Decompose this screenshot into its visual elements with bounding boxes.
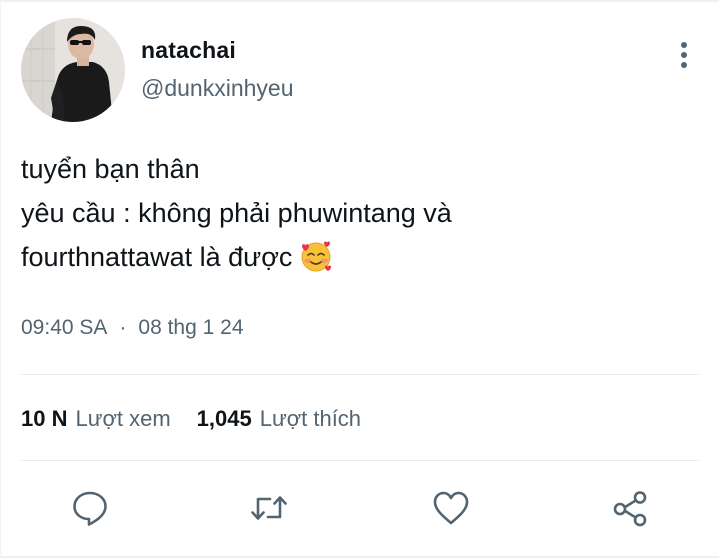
smiling-face-with-hearts-icon bbox=[298, 238, 334, 274]
likes-count: 1,045 bbox=[196, 406, 252, 431]
views-stat[interactable]: 10 N Lượt xem bbox=[21, 404, 171, 434]
views-label: Lượt xem bbox=[75, 406, 171, 431]
tweet-line-text: fourthnattawat là được bbox=[21, 242, 293, 272]
retweet-button[interactable] bbox=[249, 488, 289, 528]
tweet-time: 09:40 SA bbox=[21, 316, 108, 339]
tweet-timestamp[interactable]: 09:40 SA · 08 thg 1 24 bbox=[21, 314, 244, 342]
comment-icon bbox=[73, 491, 107, 526]
user-handle[interactable]: @dunkxinhyeu bbox=[141, 74, 294, 102]
tweet-text: tuyển bạn thân yêu cầu : không phải phuw… bbox=[21, 147, 695, 279]
more-options-button[interactable] bbox=[677, 40, 691, 70]
meta-separator: · bbox=[119, 316, 127, 339]
likes-stat[interactable]: 1,045 Lượt thích bbox=[197, 404, 361, 434]
tweet-card: natachai @dunkxinhyeu tuyển bạn thân yêu… bbox=[0, 0, 719, 558]
share-button[interactable] bbox=[610, 488, 650, 528]
tweet-date: 08 thg 1 24 bbox=[138, 316, 244, 339]
likes-label: Lượt thích bbox=[259, 406, 362, 431]
like-button[interactable] bbox=[431, 488, 471, 528]
tweet-line: fourthnattawat là được bbox=[21, 235, 695, 279]
more-vertical-icon bbox=[681, 42, 687, 68]
display-name[interactable]: natachai bbox=[141, 36, 294, 64]
share-icon bbox=[613, 491, 647, 527]
action-bar bbox=[1, 488, 719, 528]
divider bbox=[21, 460, 699, 461]
tweet-header: natachai @dunkxinhyeu bbox=[21, 18, 699, 124]
user-names: natachai @dunkxinhyeu bbox=[141, 36, 294, 102]
tweet-stats: 10 N Lượt xem 1,045 Lượt thích bbox=[21, 404, 361, 434]
heart-icon bbox=[433, 491, 469, 525]
divider bbox=[21, 374, 699, 375]
tweet-line: yêu cầu : không phải phuwintang và bbox=[21, 198, 452, 228]
views-count: 10 N bbox=[21, 406, 68, 431]
avatar-photo-icon bbox=[21, 18, 125, 122]
reply-button[interactable] bbox=[70, 488, 110, 528]
retweet-icon bbox=[251, 496, 287, 520]
avatar[interactable] bbox=[21, 18, 125, 122]
tweet-line: tuyển bạn thân bbox=[21, 154, 200, 184]
